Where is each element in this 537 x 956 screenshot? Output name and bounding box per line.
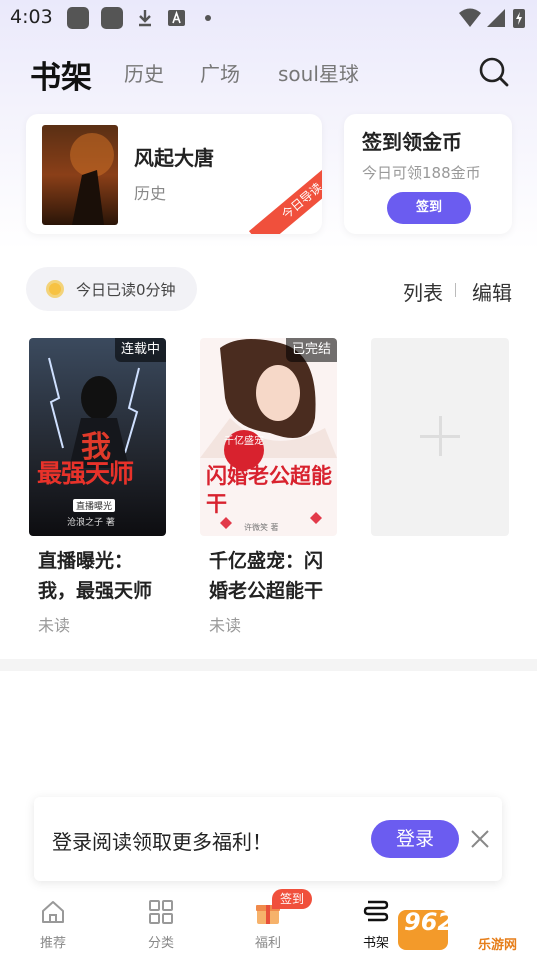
nav-label: 分类 — [147, 936, 174, 951]
book-read-status: 未读 — [38, 616, 71, 635]
checkin-nav-badge: 签到 — [272, 889, 313, 909]
checkin-card: 签到领金币 今日可领188金币 签到 — [344, 114, 512, 234]
site-watermark-logo: 962.NET 乐游网 — [398, 906, 534, 953]
guide-book-category: 历史 — [134, 184, 167, 203]
tab-square[interactable]: 广场 — [200, 58, 240, 87]
home-icon — [42, 901, 64, 923]
login-prompt-text: 登录阅读领取更多福利！ — [52, 830, 272, 854]
tab-history[interactable]: 历史 — [124, 58, 164, 87]
reading-time-pill: 今日已读0分钟 — [26, 267, 197, 311]
search-icon[interactable] — [478, 56, 510, 88]
notification-app-icon — [101, 7, 123, 29]
book-cover-title: 闪婚老公超能干 — [206, 463, 332, 516]
watermark-subtext: 乐游网 — [478, 938, 518, 953]
login-button[interactable]: 登录 — [371, 820, 459, 858]
nav-recommend[interactable]: 推荐 — [23, 892, 83, 956]
nav-label: 书架 — [362, 936, 389, 951]
book-cover-author: 许微笑 著 — [244, 523, 279, 532]
battery-icon — [513, 9, 525, 28]
download-icon — [139, 10, 151, 27]
bookshelf-icon — [363, 900, 389, 922]
more-notifications-dot — [205, 15, 211, 21]
book-cover-subtitle: 直播曝光 — [73, 499, 116, 512]
close-icon[interactable] — [470, 829, 490, 849]
view-controls-divider — [455, 283, 456, 297]
list-view-button[interactable]: 列表 — [403, 277, 443, 306]
daily-guide-ribbon: 今日导读 — [248, 154, 322, 234]
guide-book-title: 风起大唐 — [134, 146, 214, 170]
top-tab-bar: 书架 历史 广场 soul星球 — [0, 48, 537, 98]
add-book-button[interactable] — [371, 338, 509, 536]
tab-bookshelf[interactable]: 书架 — [30, 52, 92, 97]
section-divider — [0, 659, 537, 671]
book-cover-title: 最强天师 — [37, 459, 134, 488]
completed-badge: 已完结 — [285, 338, 337, 362]
edit-button[interactable]: 编辑 — [472, 277, 512, 306]
checkin-subtitle: 今日可领188金币 — [362, 164, 481, 182]
nav-label: 福利 — [254, 936, 281, 951]
checkin-title: 签到领金币 — [362, 130, 462, 154]
tab-soul-planet[interactable]: soul星球 — [278, 58, 359, 87]
watermark-text: 962.NET — [404, 908, 517, 936]
translate-icon — [168, 10, 185, 26]
grid-icon — [149, 900, 173, 924]
notification-app-icon — [67, 7, 89, 29]
serializing-badge: 连载中 — [114, 338, 166, 362]
reading-time-text: 今日已读0分钟 — [76, 281, 176, 299]
signal-icon — [487, 9, 505, 27]
book-read-status: 未读 — [209, 616, 242, 635]
book-title[interactable]: 千亿盛宠：闪婚老公超能干 — [209, 546, 339, 606]
coin-icon — [46, 280, 64, 298]
nav-bookshelf[interactable]: 书架 — [346, 892, 406, 956]
status-bar: 4:03 — [0, 0, 537, 36]
status-time: 4:03 — [10, 6, 53, 28]
login-prompt-banner: 登录阅读领取更多福利！ 登录 — [34, 797, 502, 881]
book-title[interactable]: 直播曝光：我，最强天师 — [38, 546, 168, 606]
guide-book-cover[interactable] — [42, 125, 118, 225]
checkin-button[interactable]: 签到 — [387, 192, 471, 224]
nav-category[interactable]: 分类 — [131, 892, 191, 956]
book-cover-author: 沧浪之子 著 — [67, 518, 115, 528]
nav-label: 推荐 — [39, 936, 66, 951]
daily-guide-card[interactable]: 风起大唐 历史 今日导读 — [26, 114, 322, 234]
wifi-icon — [459, 8, 481, 27]
